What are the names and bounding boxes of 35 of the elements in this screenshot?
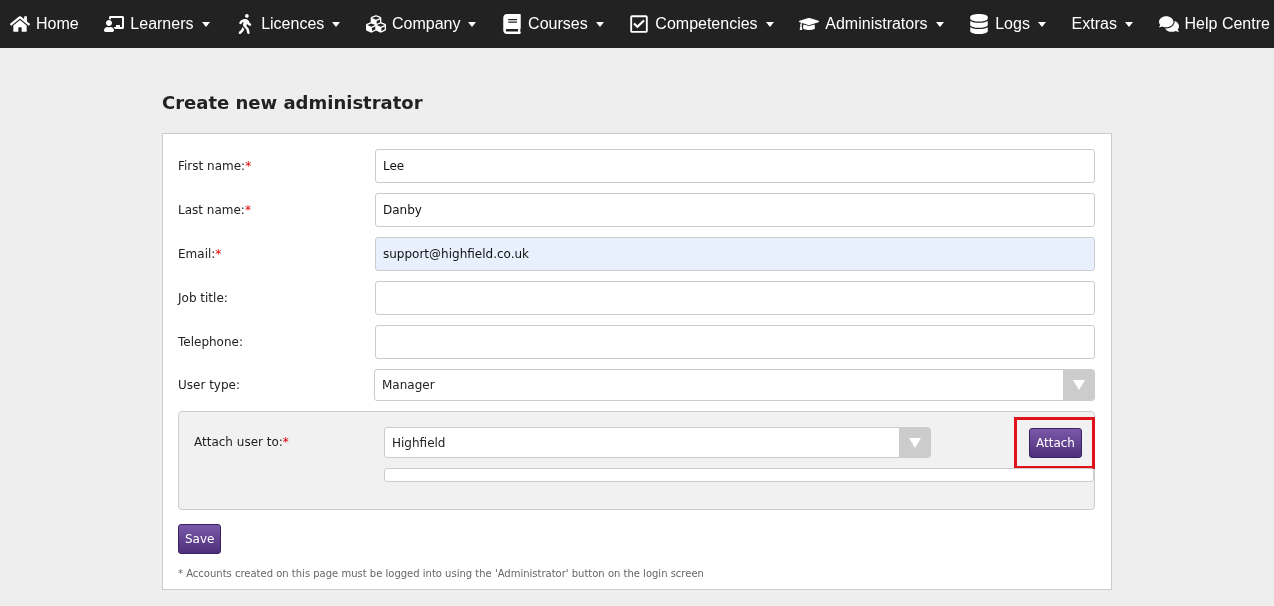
save-button[interactable]: Save [178,524,222,554]
nav-link[interactable]: Learners [104,14,210,34]
field-label: First name:* [178,159,253,173]
person-at-desk-icon [104,14,125,34]
nav-link[interactable]: Help Centre [1158,14,1270,34]
field-label: Email:* [178,247,223,261]
input-field[interactable]: Lee [375,149,1095,183]
blocks-icon [365,14,386,34]
nav-link[interactable]: Licences [235,14,341,34]
database-icon [969,14,990,34]
chat-bubbles-icon [1158,14,1179,34]
select-field[interactable]: Manager [374,369,1095,401]
field-label: Telephone: [178,335,244,349]
nav-link[interactable]: Company [365,14,477,34]
nav-link[interactable]: Competencies [629,14,774,34]
book-icon [502,14,523,34]
input-field[interactable]: support@highfield.co.uk [375,237,1095,271]
nav-link[interactable]: Administrators [799,14,944,34]
footnote: * Accounts created on this page must be logged into using the 'Administrator' button on the login screen [178,568,705,579]
input-field[interactable]: Danby [375,193,1095,227]
page-title: Create new administrator [162,92,424,113]
nav-link[interactable]: Courses [502,14,604,34]
field-label: Attach user to:* [194,434,290,451]
field-label: Last name:* [178,203,252,217]
nav-link[interactable]: Home [10,14,79,34]
field-label: Job title: [178,291,229,305]
nav-link[interactable]: Extras [1071,15,1133,33]
checkbox-icon [629,14,650,34]
nav-link[interactable]: Logs [969,14,1046,34]
home-icon [10,14,30,34]
select-field[interactable]: Highfield [384,427,931,458]
attach-button[interactable]: Attach [1029,427,1082,458]
input-field[interactable] [375,325,1095,359]
field-label: User type: [178,378,241,392]
input-field[interactable] [375,281,1095,315]
